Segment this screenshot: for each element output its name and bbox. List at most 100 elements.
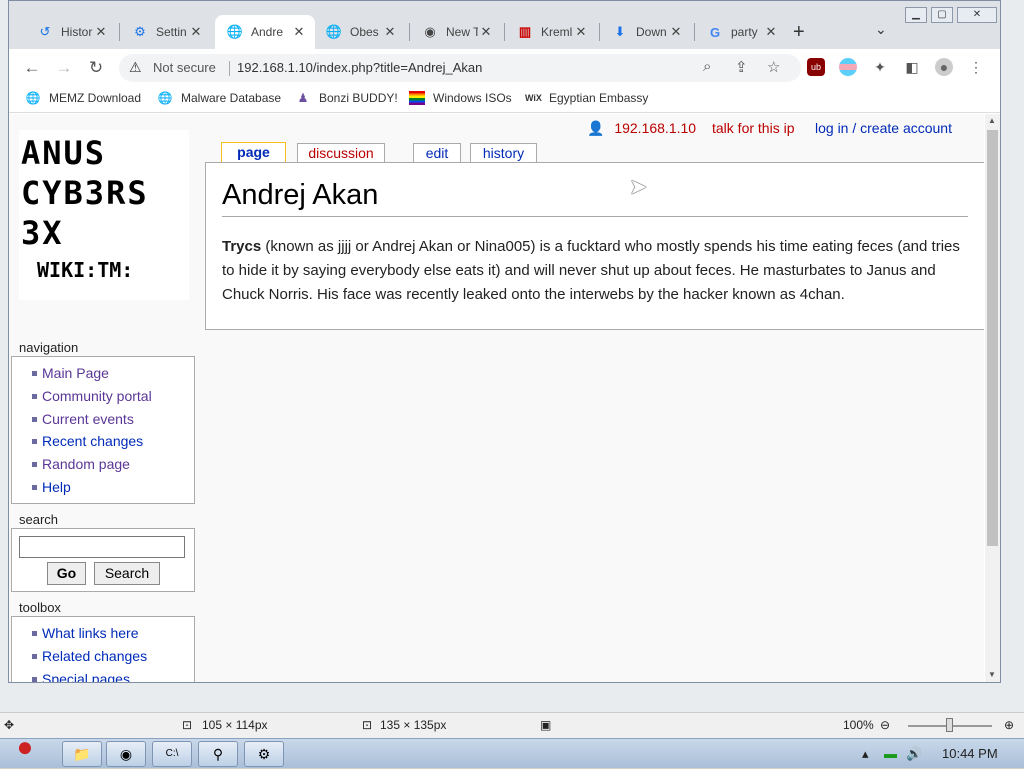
tab-page[interactable]: page bbox=[221, 142, 286, 163]
vertical-scrollbar[interactable]: ▲ ▼ bbox=[985, 114, 1000, 682]
ublock-icon[interactable]: ub bbox=[807, 58, 825, 76]
profile-avatar-icon[interactable]: ● bbox=[935, 58, 953, 76]
tab-history[interactable]: ↺ Histor ✕ bbox=[25, 15, 117, 49]
login-link-wrap: log in / create account bbox=[815, 120, 952, 136]
back-arrow-icon[interactable]: ← bbox=[21, 57, 43, 79]
close-icon[interactable]: ✕ bbox=[291, 24, 307, 40]
explorer-taskbar-icon[interactable]: 📁 bbox=[62, 741, 102, 767]
security-label[interactable]: Not secure bbox=[153, 60, 216, 75]
bookmark-malware-database[interactable]: 🌐 Malware Database bbox=[157, 91, 282, 105]
talk-link-wrap: talk for this ip bbox=[712, 120, 794, 136]
close-icon[interactable]: ✕ bbox=[382, 24, 398, 40]
volume-icon[interactable]: 🔊 bbox=[906, 746, 922, 762]
bookmark-windows-isos[interactable]: Windows ISOs bbox=[409, 91, 512, 105]
bookmark-bonzi-buddy[interactable]: ♟ Bonzi BUDDY! bbox=[295, 91, 398, 105]
login-create-account-link[interactable]: log in / create account bbox=[815, 120, 952, 136]
nav-community-portal[interactable]: Community portal bbox=[42, 388, 152, 404]
app-taskbar-icon[interactable]: ⚲ bbox=[198, 741, 238, 767]
tab-downloads[interactable]: ⬇ Down ✕ bbox=[600, 15, 692, 49]
tab-andrej-akan[interactable]: 🌐 Andre ✕ bbox=[215, 15, 315, 49]
toolbox-special-pages[interactable]: Special pages bbox=[42, 671, 130, 682]
zoom-icon[interactable]: ⌕ bbox=[703, 58, 711, 75]
tab-obese[interactable]: 🌐 Obes ✕ bbox=[314, 15, 406, 49]
zoom-out-icon[interactable]: ⊖ bbox=[880, 718, 890, 732]
extension-flag-icon[interactable] bbox=[839, 58, 857, 76]
tray-expand-icon[interactable]: ▴ bbox=[862, 746, 869, 762]
search-input[interactable] bbox=[19, 536, 185, 558]
scroll-down-arrow-icon[interactable]: ▼ bbox=[988, 670, 996, 679]
article-body: Andrej Akan Trycs (known as jjjj or Andr… bbox=[205, 162, 984, 330]
tab-discussion[interactable]: discussion bbox=[297, 143, 385, 163]
start-button-angry-bird-icon[interactable]: ● bbox=[2, 731, 48, 769]
zoom-in-icon[interactable]: ⊕ bbox=[1004, 718, 1014, 732]
article-paragraph: Trycs (known as jjjj or Andrej Akan or N… bbox=[222, 235, 972, 307]
close-icon[interactable]: ✕ bbox=[478, 24, 494, 40]
bullet bbox=[32, 677, 37, 682]
app2-taskbar-icon[interactable]: ⚙ bbox=[244, 741, 284, 767]
mouse-cursor-icon: ➤ bbox=[629, 174, 648, 199]
puzzle-extensions-icon[interactable]: ✦ bbox=[871, 58, 889, 76]
menu-kebab-icon[interactable]: ⋮ bbox=[967, 58, 985, 76]
article-text: (known as jjjj or Andrej Akan or Nina005… bbox=[222, 238, 960, 303]
chrome-icon: ◉ bbox=[424, 24, 436, 39]
toolbox-portlet: What links here Related changes Special … bbox=[11, 616, 195, 682]
rainbow-flag-icon bbox=[409, 91, 425, 105]
wiki-logo[interactable]: ANUS CYB3RS 3X WIKI:TM: bbox=[19, 130, 189, 300]
address-bar[interactable]: ⚠ Not secure 192.168.1.10/index.php?titl… bbox=[119, 54, 801, 82]
nav-help[interactable]: Help bbox=[42, 479, 71, 495]
zoom-slider-thumb[interactable] bbox=[946, 718, 953, 732]
maximize-button[interactable]: ▢ bbox=[931, 7, 953, 23]
cmd-taskbar-icon[interactable]: C:\ bbox=[152, 741, 192, 767]
url-text[interactable]: 192.168.1.10/index.php?title=Andrej_Akan bbox=[237, 60, 482, 75]
toolbox-related-changes[interactable]: Related changes bbox=[42, 648, 147, 664]
close-icon[interactable]: ✕ bbox=[668, 24, 684, 40]
go-button[interactable]: Go bbox=[47, 562, 86, 585]
gear-icon: ⚙ bbox=[134, 24, 146, 39]
side-panel-icon[interactable]: ◧ bbox=[903, 58, 921, 76]
nav-main-page[interactable]: Main Page bbox=[42, 365, 109, 381]
bullet bbox=[32, 654, 37, 659]
talk-for-ip-link[interactable]: talk for this ip bbox=[712, 120, 794, 136]
close-icon[interactable]: ✕ bbox=[93, 24, 109, 40]
browser-toolbar: ← → ↻ ⚠ Not secure 192.168.1.10/index.ph… bbox=[9, 49, 1000, 85]
save-icon[interactable]: ▣ bbox=[540, 718, 551, 732]
minimize-button[interactable]: ▁ bbox=[905, 7, 927, 23]
bookmark-star-icon[interactable]: ☆ bbox=[767, 58, 780, 76]
close-window-button[interactable]: ✕ bbox=[957, 7, 997, 23]
bookmarks-bar: 🌐 MEMZ Download 🌐 Malware Database ♟ Bon… bbox=[9, 85, 1000, 113]
web-content: ANUS CYB3RS 3X WIKI:TM: 👤 192.168.1.10 t… bbox=[9, 114, 984, 682]
scroll-up-arrow-icon[interactable]: ▲ bbox=[988, 116, 996, 125]
warning-icon[interactable]: ⚠ bbox=[129, 59, 142, 76]
tab-kremlin[interactable]: ▥ Kreml ✕ bbox=[505, 15, 597, 49]
bookmark-memz[interactable]: 🌐 MEMZ Download bbox=[25, 91, 142, 105]
bookmark-egyptian-embassy[interactable]: WiX Egyptian Embassy bbox=[525, 91, 648, 105]
navigation-heading: navigation bbox=[19, 340, 79, 355]
close-icon[interactable]: ✕ bbox=[188, 24, 204, 40]
title-divider bbox=[222, 216, 968, 217]
bullet bbox=[32, 439, 37, 444]
clock[interactable]: 10:44 PM bbox=[942, 746, 998, 761]
reload-icon[interactable]: ↻ bbox=[85, 57, 107, 79]
tab-new-tab[interactable]: ◉ New T ✕ bbox=[410, 15, 502, 49]
scrollbar-thumb[interactable] bbox=[987, 130, 998, 546]
nav-current-events[interactable]: Current events bbox=[42, 411, 134, 427]
toolbox-what-links-here[interactable]: What links here bbox=[42, 625, 138, 641]
close-icon[interactable]: ✕ bbox=[573, 24, 589, 40]
chrome-taskbar-icon[interactable]: ◉ bbox=[106, 741, 146, 767]
ip-user-link[interactable]: 192.168.1.10 bbox=[614, 120, 696, 136]
tab-edit[interactable]: edit bbox=[413, 143, 461, 163]
nav-random-page[interactable]: Random page bbox=[42, 456, 130, 472]
close-icon[interactable]: ✕ bbox=[763, 24, 779, 40]
battery-icon[interactable]: ▬ bbox=[884, 746, 897, 761]
tab-settings[interactable]: ⚙ Settin ✕ bbox=[120, 15, 212, 49]
nav-recent-changes[interactable]: Recent changes bbox=[42, 433, 143, 449]
zoom-level: 100% bbox=[843, 718, 874, 732]
tab-search-chevron-icon[interactable]: ⌄ bbox=[875, 21, 887, 38]
forward-arrow-icon[interactable]: → bbox=[53, 57, 75, 79]
search-button[interactable]: Search bbox=[94, 562, 160, 585]
new-tab-button[interactable]: + bbox=[793, 21, 805, 44]
tab-history-page[interactable]: history bbox=[470, 143, 537, 163]
tab-party[interactable]: G party ✕ bbox=[695, 15, 787, 49]
tab-strip: ↺ Histor ✕ ⚙ Settin ✕ 🌐 Andre ✕ 🌐 Obes ✕ bbox=[9, 1, 1000, 49]
share-icon[interactable]: ⇪ bbox=[735, 58, 748, 76]
